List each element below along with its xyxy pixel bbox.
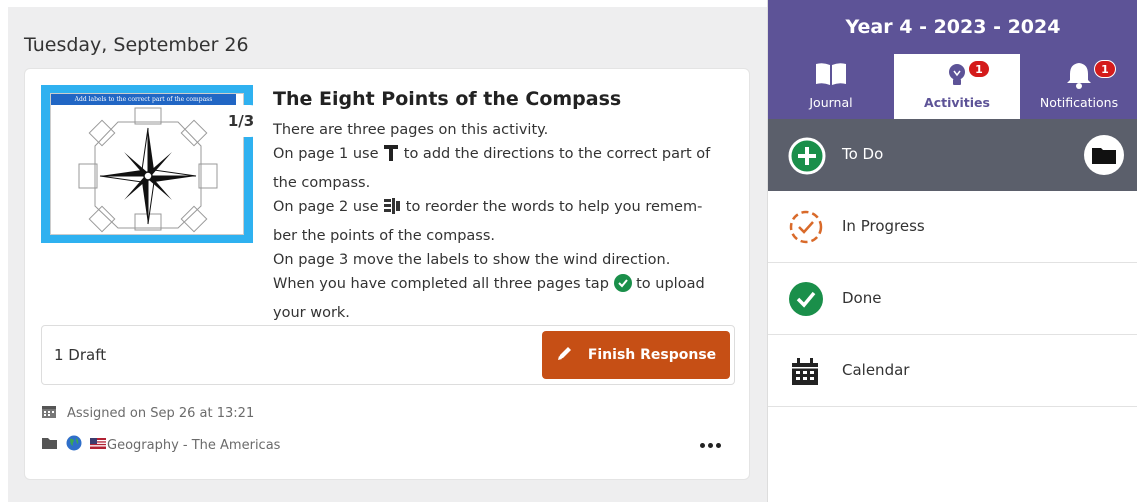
reorder-tool-icon: [383, 197, 401, 223]
filter-calendar[interactable]: Calendar: [768, 335, 1137, 407]
done-check-icon: [788, 281, 824, 321]
activities-count-badge: 1: [968, 60, 990, 78]
pencil-icon: [556, 344, 574, 366]
book-icon: [815, 61, 847, 90]
filter-done-label: Done: [842, 289, 882, 307]
activity-card: Add labels to the correct part of the co…: [24, 68, 750, 480]
description-line: the compass.: [273, 174, 371, 191]
folder-name: Geography - The Americas: [107, 437, 281, 453]
description-text: to add the directions to the correct par…: [403, 146, 711, 163]
description-line: On page 2 use to reorder the words to he…: [273, 195, 733, 223]
sidebar-tabs: Journal 1 Activities 1 Notifications: [768, 54, 1137, 119]
activity-title: The Eight Points of the Compass: [273, 88, 622, 110]
description-text: to upload: [636, 276, 705, 293]
description-line: On page 1 use to add the directions to t…: [273, 142, 733, 170]
tab-journal[interactable]: Journal: [768, 54, 894, 119]
description-line: On page 3 move the labels to show the wi…: [273, 252, 671, 269]
finish-response-button[interactable]: Finish Response: [542, 331, 730, 379]
bell-icon: [1066, 61, 1092, 92]
globe-icon: [66, 435, 82, 455]
description-line: ber the points of the compass.: [273, 227, 496, 244]
description-text: On page 2 use: [273, 199, 379, 216]
folder-name-wrap: Geography - The Americas: [90, 437, 281, 453]
draft-bar: 1 Draft Finish Response: [41, 325, 735, 385]
notifications-count-badge: 1: [1094, 60, 1116, 78]
filter-in-progress[interactable]: In Progress: [768, 191, 1137, 263]
more-dot: [699, 442, 705, 448]
description-line: When you have completed all three pages …: [273, 272, 733, 300]
activity-thumbnail[interactable]: Add labels to the correct part of the co…: [41, 85, 264, 243]
more-dot: [707, 442, 713, 448]
tab-activities-label: Activities: [924, 95, 990, 110]
folder-icon: [41, 436, 58, 454]
folder-info: Geography - The Americas: [41, 435, 280, 455]
filter-done[interactable]: Done: [768, 263, 1137, 335]
tab-notifications[interactable]: 1 Notifications: [1020, 54, 1137, 119]
assigned-date: Assigned on Sep 26 at 13:21: [67, 405, 255, 421]
folder-icon[interactable]: [1084, 135, 1124, 179]
date-heading: Tuesday, September 26: [24, 34, 249, 56]
add-circle-icon: [788, 137, 826, 179]
description-text: to reorder the words to help you remem-: [405, 199, 703, 216]
description-line: your work.: [273, 304, 350, 321]
activity-panel: Tuesday, September 26 Add labels to the …: [0, 0, 767, 502]
assigned-info: Assigned on Sep 26 at 13:21: [41, 403, 254, 423]
tab-notifications-label: Notifications: [1039, 95, 1119, 110]
calendar-icon: [41, 403, 57, 423]
draft-count[interactable]: 1 Draft: [54, 346, 106, 364]
page-indicator: 1/3: [218, 105, 264, 137]
text-tool-icon: [383, 144, 399, 170]
more-dot: [715, 442, 721, 448]
lightbulb-icon: [945, 61, 969, 90]
calendar-icon: [790, 357, 820, 391]
description-line: There are three pages on this activity.: [273, 122, 549, 138]
filter-in-progress-label: In Progress: [842, 217, 925, 235]
filter-calendar-label: Calendar: [842, 361, 910, 379]
tab-activities[interactable]: 1 Activities: [894, 54, 1020, 119]
description-text: When you have completed all three pages …: [273, 276, 609, 293]
compass-image: [78, 107, 218, 233]
us-flag-icon: [90, 437, 106, 453]
year-title: Year 4 - 2023 - 2024: [768, 0, 1137, 54]
in-progress-icon: [788, 209, 824, 249]
tab-journal-label: Journal: [809, 95, 853, 110]
check-circle-icon: [613, 274, 632, 300]
sidebar: Year 4 - 2023 - 2024 Journal 1 Activitie…: [767, 0, 1137, 502]
more-options-button[interactable]: [695, 435, 725, 455]
filter-todo[interactable]: To Do: [768, 119, 1137, 191]
description-text: On page 1 use: [273, 146, 379, 163]
finish-response-label: Finish Response: [587, 347, 717, 363]
filter-todo-label: To Do: [842, 145, 884, 163]
thumbnail-page: Add labels to the correct part of the co…: [50, 93, 244, 235]
activity-description: There are three pages on this activity. …: [273, 118, 733, 325]
